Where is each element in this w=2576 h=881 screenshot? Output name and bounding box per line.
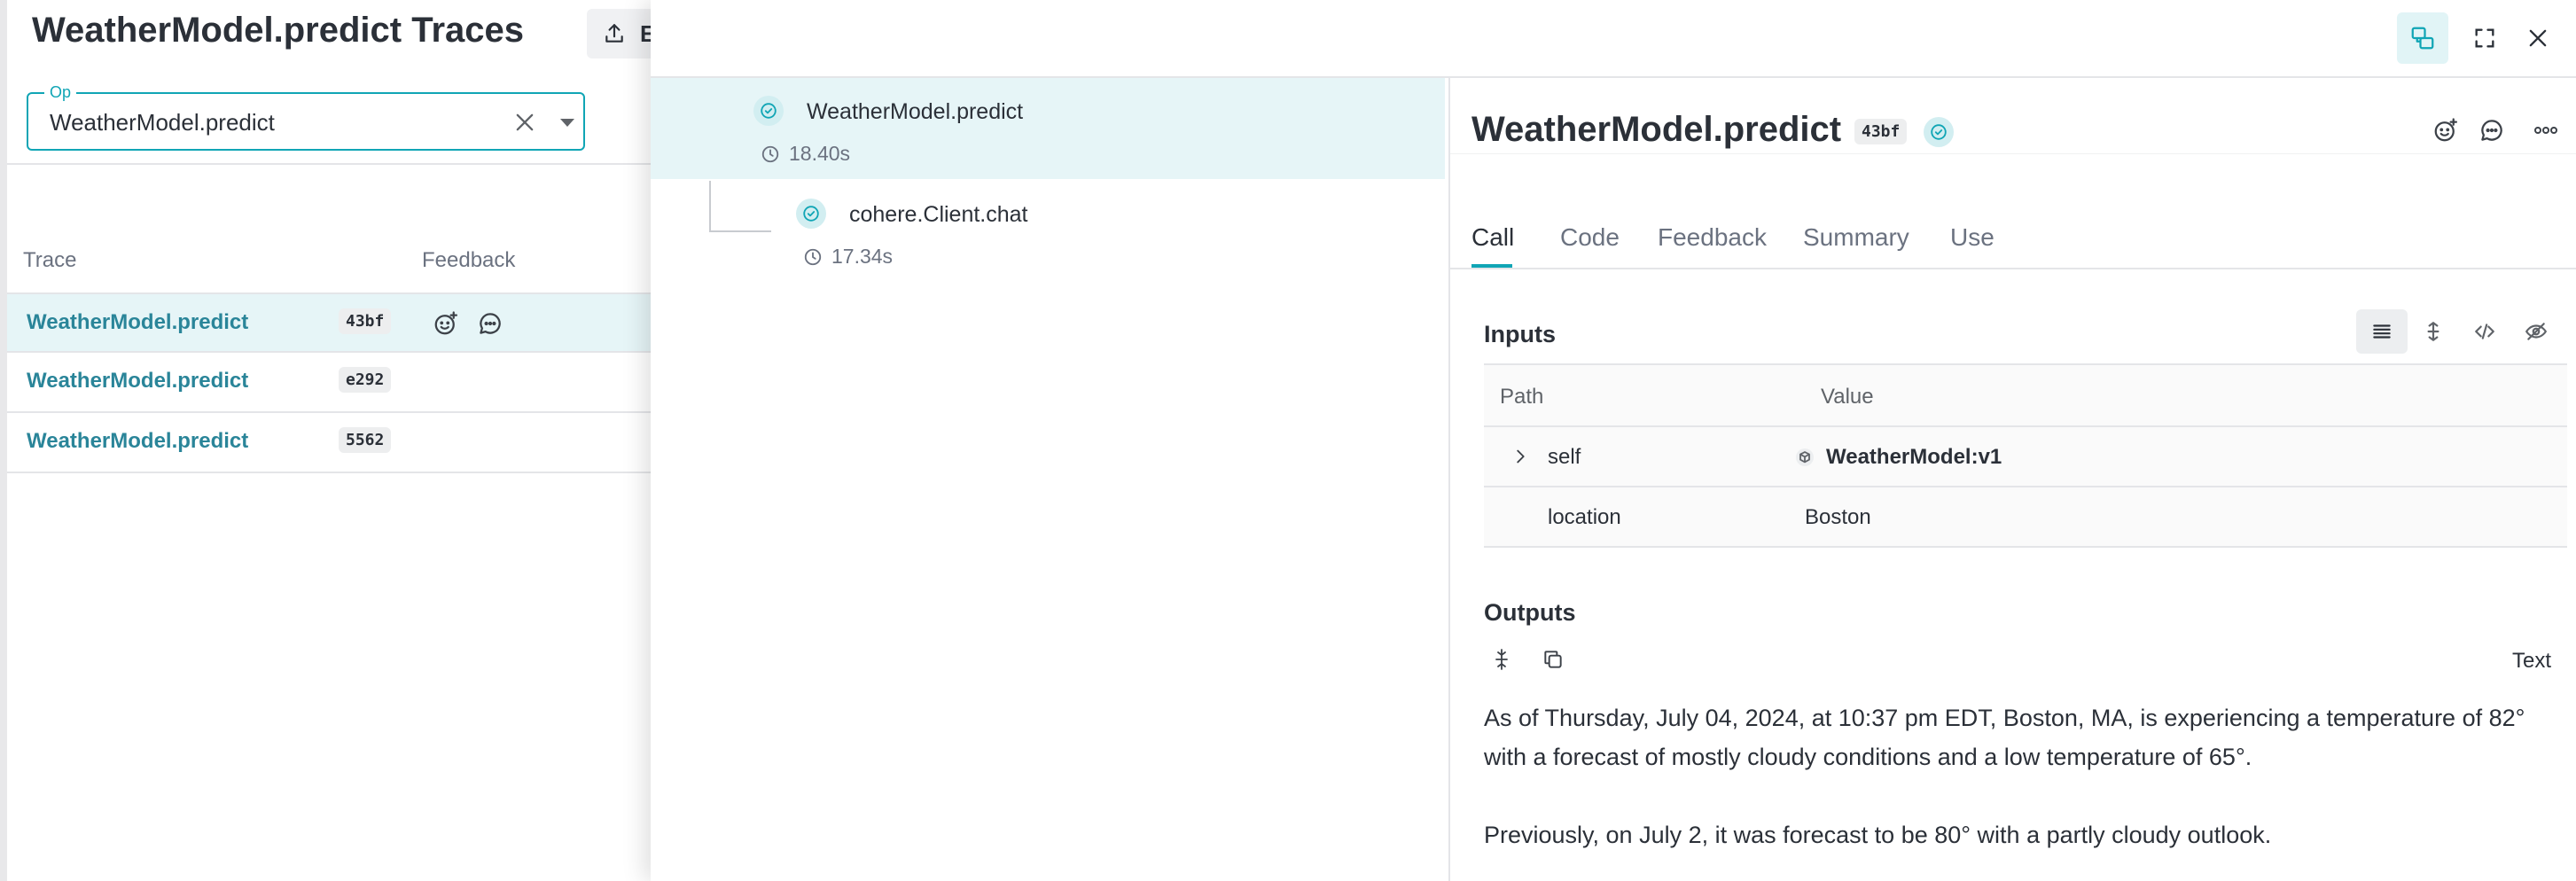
tab-use[interactable]: Use: [1950, 223, 1994, 252]
chevron-right-icon[interactable]: [1510, 447, 1530, 466]
success-status-icon: [753, 96, 784, 126]
grid-row[interactable]: location Boston: [1484, 487, 2567, 548]
table-row[interactable]: WeatherModel.predict e292: [7, 353, 663, 413]
object-cube-icon: [1794, 447, 1815, 468]
op-filter-select[interactable]: Op WeatherModel.predict: [27, 82, 585, 151]
flat-view-button[interactable]: [2356, 309, 2408, 354]
tree-node[interactable]: WeatherModel.predict 18.40s: [651, 78, 1445, 179]
outputs-title: Outputs: [1484, 599, 1576, 626]
input-value-text: WeatherModel:v1: [1826, 445, 2002, 469]
comment-icon[interactable]: [2478, 117, 2505, 144]
input-value: Boston: [1805, 505, 1871, 529]
input-value[interactable]: WeatherModel:v1: [1794, 445, 2002, 470]
table-row[interactable]: WeatherModel.predict 43bf: [7, 292, 663, 353]
fullscreen-icon: [2472, 26, 2497, 51]
column-header-value: Value: [1821, 385, 1874, 409]
close-icon: [2525, 26, 2550, 51]
grid-header: Path Value: [1484, 363, 2567, 427]
success-status-icon: [1924, 117, 1954, 147]
trace-link[interactable]: WeatherModel.predict: [27, 369, 248, 394]
add-reaction-icon[interactable]: [433, 310, 459, 337]
tab-summary[interactable]: Summary: [1803, 223, 1909, 252]
trace-id-badge: 43bf: [339, 308, 392, 334]
comment-icon[interactable]: [477, 310, 503, 337]
output-paragraph: As of Thursday, July 04, 2024, at 10:37 …: [1484, 705, 2525, 770]
tab-feedback[interactable]: Feedback: [1658, 223, 1767, 252]
caret-down-icon[interactable]: [557, 115, 578, 129]
page-title: WeatherModel.predict Traces: [32, 11, 524, 50]
input-path: self: [1548, 445, 1581, 469]
tree-node-name: WeatherModel.predict: [807, 99, 1024, 124]
call-title: WeatherModel.predict: [1471, 110, 1842, 149]
tree-node-duration: 17.34s: [803, 245, 893, 269]
output-text: As of Thursday, July 04, 2024, at 10:37 …: [1484, 698, 2567, 881]
inputs-grid: Path Value self WeatherModel:v1 location…: [1484, 363, 2567, 548]
tab-code[interactable]: Code: [1560, 223, 1620, 252]
call-tabs: Call Code Feedback Summary Use: [1450, 211, 2576, 269]
column-header-trace[interactable]: Trace: [23, 248, 76, 273]
close-drawer-button[interactable]: [2512, 12, 2564, 64]
tree-node[interactable]: cohere.Client.chat 17.34s: [651, 181, 1445, 282]
upload-icon: [603, 22, 626, 45]
trace-link[interactable]: WeatherModel.predict: [27, 310, 248, 335]
tree-node-duration: 18.40s: [761, 142, 850, 166]
output-format-label[interactable]: Text: [2512, 649, 2551, 674]
active-tab-indicator: [1471, 264, 1512, 268]
toggle-split-view-button[interactable]: [2397, 12, 2448, 64]
inputs-toolbar: [2356, 305, 2567, 358]
add-reaction-icon[interactable]: [2432, 117, 2459, 144]
drawer-toolbar: [651, 0, 2576, 78]
trace-id-badge: 5562: [339, 427, 392, 453]
fullscreen-button[interactable]: [2459, 12, 2510, 64]
expand-all-button[interactable]: [2408, 309, 2459, 354]
input-path: location: [1548, 505, 1621, 529]
clear-icon[interactable]: [512, 110, 537, 135]
code-view-button[interactable]: [2459, 309, 2510, 354]
copy-icon[interactable]: [1535, 642, 1571, 677]
hide-icon[interactable]: [2510, 309, 2562, 354]
inputs-title: Inputs: [1484, 321, 1556, 347]
unwrap-text-icon[interactable]: [1484, 642, 1519, 677]
table-row[interactable]: WeatherModel.predict 5562: [7, 413, 663, 473]
success-status-icon: [796, 199, 826, 229]
op-filter-label: Op: [44, 82, 77, 103]
trace-drawer: WeatherModel.predict 18.40s cohere.Clien…: [651, 0, 2576, 881]
call-header: WeatherModel.predict 43bf: [1450, 78, 2576, 154]
trace-id-badge: e292: [339, 367, 392, 393]
clock-icon: [803, 247, 823, 267]
more-options-icon[interactable]: [2533, 124, 2558, 136]
divider: [7, 163, 663, 165]
tab-call[interactable]: Call: [1471, 223, 1514, 252]
duration-text: 17.34s: [831, 245, 894, 268]
traces-page: WeatherModel.predict Traces E Op Weather…: [0, 0, 693, 881]
grid-row[interactable]: self WeatherModel:v1: [1484, 427, 2567, 487]
column-header-feedback[interactable]: Feedback: [422, 248, 515, 273]
output-paragraph: Previously, on July 2, it was forecast t…: [1484, 822, 2272, 848]
column-header-path: Path: [1500, 385, 1544, 409]
clock-icon: [761, 144, 780, 164]
call-id-badge: 43bf: [1854, 119, 1908, 144]
trace-link[interactable]: WeatherModel.predict: [27, 429, 248, 454]
trace-tree: WeatherModel.predict 18.40s cohere.Clien…: [651, 78, 1450, 881]
tree-node-name: cohere.Client.chat: [849, 202, 1028, 227]
op-filter-value: WeatherModel.predict: [50, 109, 275, 136]
call-details-panel: WeatherModel.predict 43bf Call Code Feed…: [1450, 78, 2576, 881]
split-view-icon: [2409, 25, 2436, 51]
duration-text: 18.40s: [789, 142, 851, 165]
